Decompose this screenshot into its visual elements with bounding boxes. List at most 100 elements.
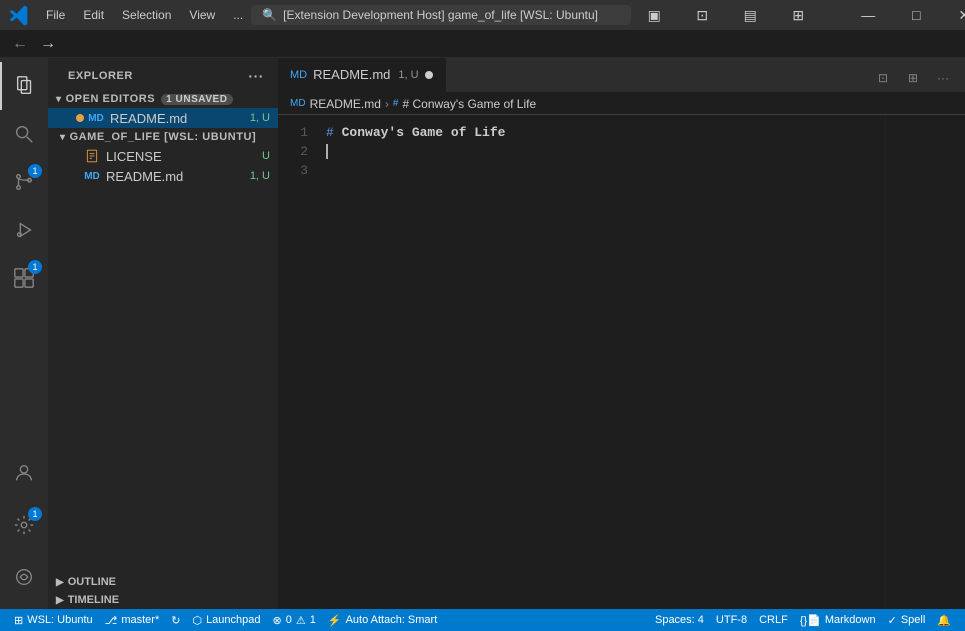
tab-readme[interactable]: MD README.md 1, U — [278, 58, 446, 92]
open-file-readme[interactable]: MD README.md 1, U — [48, 108, 278, 128]
close-button[interactable]: ✕ — [941, 0, 965, 30]
open-editors-label: Open Editors — [66, 93, 156, 105]
status-branch-text: master* — [121, 614, 159, 626]
feedback-icon: ✓ — [888, 614, 897, 627]
open-editors-chevron: ▾ — [56, 94, 62, 105]
open-file-badge: 1, U — [250, 112, 270, 124]
titlebar-left: File Edit Selection View ... — [8, 4, 251, 26]
files-icon — [14, 75, 36, 97]
open-editors-header[interactable]: ▾ Open Editors 1 unsaved — [48, 90, 278, 108]
search-icon — [13, 123, 35, 145]
layout-toggle-btn[interactable]: ▣ — [631, 0, 677, 30]
tab-state: 1, U — [398, 69, 418, 81]
status-errors[interactable]: ⊗ 0 ⚠ 1 — [267, 609, 322, 631]
editor-content[interactable]: 1 2 3 # Conway's Game of Life — [278, 115, 885, 609]
layout-grid-btn[interactable]: ⊞ — [775, 0, 821, 30]
breadcrumb-symbol[interactable]: # Conway's Game of Life — [402, 97, 536, 111]
project-chevron: ▾ — [60, 132, 66, 143]
status-encoding[interactable]: UTF-8 — [710, 609, 753, 631]
status-launchpad[interactable]: ⬡ Launchpad — [186, 609, 266, 631]
timeline-section-header[interactable]: ▶ Timeline — [48, 591, 278, 609]
split-editor-btn[interactable]: ⊞ — [899, 64, 927, 92]
project-file-readme-badge: 1, U — [250, 170, 270, 182]
search-icon: 🔍 — [262, 8, 277, 22]
menu-more[interactable]: ... — [225, 6, 251, 24]
line-num-2: 2 — [278, 142, 308, 161]
status-notifications[interactable]: 🔔 — [931, 609, 957, 631]
remote-icon — [13, 566, 35, 588]
activity-remote[interactable] — [0, 553, 48, 601]
warning-icon: ⚠ — [296, 614, 306, 627]
back-button[interactable]: ← — [8, 33, 32, 55]
timeline-chevron: ▶ — [56, 595, 64, 606]
code-line-3 — [326, 161, 885, 180]
wsl-icon: ⊞ — [14, 614, 23, 627]
activity-explorer[interactable] — [0, 62, 48, 110]
status-wsl[interactable]: ⊞ WSL: Ubuntu — [8, 609, 99, 631]
title-search-bar[interactable]: 🔍 [Extension Development Host] game_of_l… — [251, 5, 631, 25]
menu-edit[interactable]: Edit — [75, 6, 112, 24]
modified-dot — [76, 114, 84, 122]
status-line-endings[interactable]: CRLF — [753, 609, 794, 631]
maximize-button[interactable]: □ — [893, 0, 939, 30]
breadcrumb-symbol-icon: # — [393, 98, 399, 109]
status-git-sync[interactable]: ↻ — [165, 609, 186, 631]
forward-button[interactable]: → — [36, 33, 60, 55]
main-container: 1 1 — [0, 58, 965, 609]
project-file-license-badge: U — [262, 150, 270, 162]
extensions-badge: 1 — [28, 260, 42, 274]
sidebar-actions: ··· — [246, 66, 266, 86]
menu-selection[interactable]: Selection — [114, 6, 179, 24]
layout-split-btn[interactable]: ⊡ — [679, 0, 725, 30]
layout-panel-btn[interactable]: ▤ — [727, 0, 773, 30]
md-file-icon: MD — [88, 110, 104, 126]
outline-chevron: ▶ — [56, 577, 64, 588]
status-launchpad-text: Launchpad — [206, 614, 260, 626]
status-language[interactable]: {}📄 Markdown — [794, 609, 882, 631]
tab-modified-dot — [425, 71, 433, 79]
activity-run[interactable] — [0, 206, 48, 254]
status-attach[interactable]: ⚡ Auto Attach: Smart — [322, 609, 443, 631]
sidebar: Explorer ··· ▾ Open Editors 1 unsaved MD… — [48, 58, 278, 609]
status-encoding-text: UTF-8 — [716, 614, 747, 626]
menu-view[interactable]: View — [181, 6, 223, 24]
line-numbers: 1 2 3 — [278, 115, 318, 609]
tab-bar: MD README.md 1, U ⊡ ⊞ ··· — [278, 58, 965, 93]
breadcrumb: MD README.md › # # Conway's Game of Life — [278, 93, 965, 115]
minimize-button[interactable]: — — [845, 0, 891, 30]
status-spaces[interactable]: Spaces: 4 — [649, 609, 710, 631]
launchpad-icon: ⬡ — [192, 614, 202, 627]
project-file-readme[interactable]: MD README.md 1, U — [48, 166, 278, 186]
source-control-badge: 1 — [28, 164, 42, 178]
project-file-license[interactable]: LICENSE U — [48, 146, 278, 166]
hash-token: # — [326, 125, 334, 140]
activity-source-control[interactable]: 1 — [0, 158, 48, 206]
timeline-label: Timeline — [68, 594, 119, 606]
breadcrumb-separator: › — [385, 97, 389, 111]
status-git-branch[interactable]: ⎇ master* — [99, 609, 166, 631]
outline-section-header[interactable]: ▶ Outline — [48, 573, 278, 591]
activity-settings[interactable]: 1 — [0, 501, 48, 549]
activity-extensions[interactable]: 1 — [0, 254, 48, 302]
menu-file[interactable]: File — [38, 6, 73, 24]
error-icon: ⊗ — [273, 614, 282, 627]
breadcrumb-file[interactable]: README.md — [310, 97, 381, 111]
activity-account[interactable] — [0, 449, 48, 497]
editor-layout-btn[interactable]: ⊡ — [869, 64, 897, 92]
status-feedback-text: Spell — [901, 614, 925, 626]
unsaved-badge: 1 unsaved — [161, 94, 232, 105]
status-feedback[interactable]: ✓ Spell — [882, 609, 932, 631]
project-section-header[interactable]: ▾ GAME_OF_LIFE [WSL: UBUNTU] — [48, 128, 278, 146]
tab-md-icon: MD — [290, 69, 307, 81]
breadcrumb-md-icon: MD — [290, 98, 306, 109]
editor-more-btn[interactable]: ··· — [929, 64, 957, 92]
activity-search[interactable] — [0, 110, 48, 158]
titlebar: File Edit Selection View ... 🔍 [Extensio… — [0, 0, 965, 30]
sidebar-more-btn[interactable]: ··· — [246, 66, 266, 86]
readme-file-icon: MD — [84, 168, 100, 184]
status-attach-text: Auto Attach: Smart — [346, 614, 438, 626]
editor-area: MD README.md 1, U ⊡ ⊞ ··· MD README.md ›… — [278, 58, 965, 609]
status-bar: ⊞ WSL: Ubuntu ⎇ master* ↻ ⬡ Launchpad ⊗ … — [0, 609, 965, 631]
code-editor[interactable]: # Conway's Game of Life — [318, 115, 885, 609]
sidebar-title: Explorer ··· — [48, 58, 278, 90]
